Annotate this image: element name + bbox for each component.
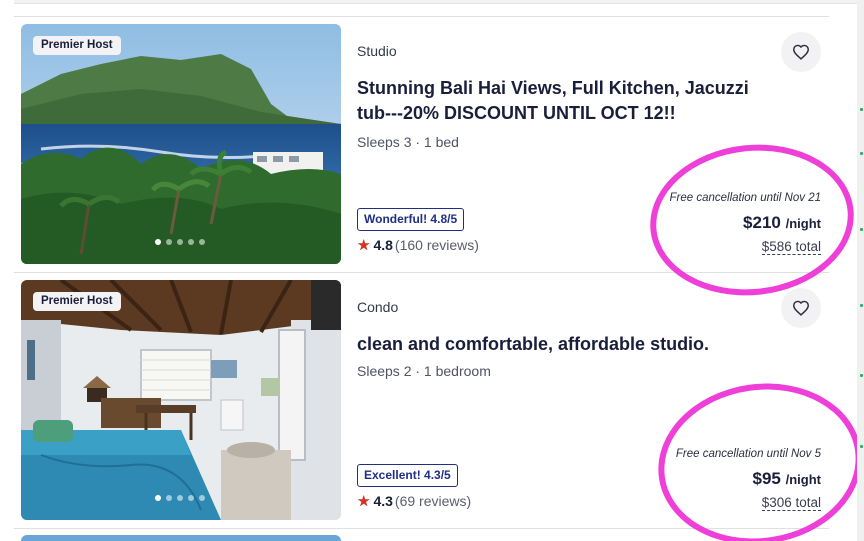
rating-score: 4.8 [373, 237, 393, 253]
price-unit: /night [785, 472, 821, 487]
listing-card[interactable]: Premier Host Studio Stunning Bali Hai Vi… [14, 24, 829, 280]
carousel-dot[interactable] [155, 495, 161, 501]
review-count: (160 reviews) [394, 237, 479, 253]
favorite-button[interactable] [781, 288, 821, 328]
sleeps-info: Sleeps 3 · 1 bed [357, 134, 459, 150]
heart-icon [792, 300, 810, 316]
rating-badge: Wonderful! 4.8/5 [357, 208, 465, 231]
total-price[interactable]: $306 total [761, 495, 821, 511]
property-type: Condo [357, 299, 399, 315]
next-listing-photo[interactable] [21, 535, 341, 541]
premier-host-badge: Premier Host [33, 36, 121, 55]
carousel-dot[interactable] [199, 495, 205, 501]
listing-title[interactable]: Stunning Bali Hai Views, Full Kitchen, J… [357, 76, 777, 126]
rating-summary: ★ 4.8 (160 reviews) [357, 236, 479, 254]
carousel-dot[interactable] [199, 239, 205, 245]
listing-title[interactable]: clean and comfortable, affordable studio… [357, 332, 777, 357]
total-price[interactable]: $586 total [761, 239, 821, 255]
nightly-price: $95 /night [753, 469, 822, 489]
listing-photo[interactable]: Premier Host [21, 280, 341, 520]
cancellation-policy: Free cancellation until Nov 5 [675, 448, 821, 460]
carousel-dot[interactable] [177, 495, 183, 501]
adjacent-panel-edge [857, 0, 864, 541]
favorite-button[interactable] [781, 32, 821, 72]
carousel-dot[interactable] [188, 239, 194, 245]
divider [14, 272, 829, 273]
cancellation-policy: Free cancellation until Nov 21 [669, 192, 822, 204]
map-marker [860, 108, 863, 111]
review-count: (69 reviews) [394, 493, 472, 509]
property-type: Studio [357, 43, 397, 59]
premier-host-badge: Premier Host [33, 292, 121, 311]
map-marker [860, 374, 863, 377]
star-icon: ★ [357, 237, 371, 254]
previous-card-edge [14, 0, 858, 4]
price-unit: /night [785, 216, 821, 231]
price-amount: $210 [743, 213, 781, 232]
map-marker [860, 445, 863, 448]
listing-card[interactable]: Premier Host Condo clean and comfortable… [14, 280, 829, 536]
divider [14, 16, 829, 17]
divider [14, 528, 829, 529]
carousel-dot[interactable] [166, 495, 172, 501]
star-icon: ★ [357, 493, 371, 510]
map-marker [860, 228, 863, 231]
carousel-dot[interactable] [188, 495, 194, 501]
listing-photo[interactable]: Premier Host [21, 24, 341, 264]
heart-icon [792, 44, 810, 60]
carousel-dot[interactable] [155, 239, 161, 245]
carousel-dot[interactable] [166, 239, 172, 245]
image-carousel-dots[interactable] [155, 495, 205, 501]
map-marker [860, 304, 863, 307]
rating-summary: ★ 4.3 (69 reviews) [357, 492, 471, 510]
price-amount: $95 [752, 469, 781, 488]
rating-badge: Excellent! 4.3/5 [357, 464, 458, 487]
map-marker [860, 152, 863, 155]
sleeps-info: Sleeps 2 · 1 bedroom [357, 363, 491, 379]
carousel-dot[interactable] [177, 239, 183, 245]
nightly-price: $210 /night [743, 213, 821, 233]
rating-score: 4.3 [373, 493, 393, 509]
image-carousel-dots[interactable] [155, 239, 205, 245]
